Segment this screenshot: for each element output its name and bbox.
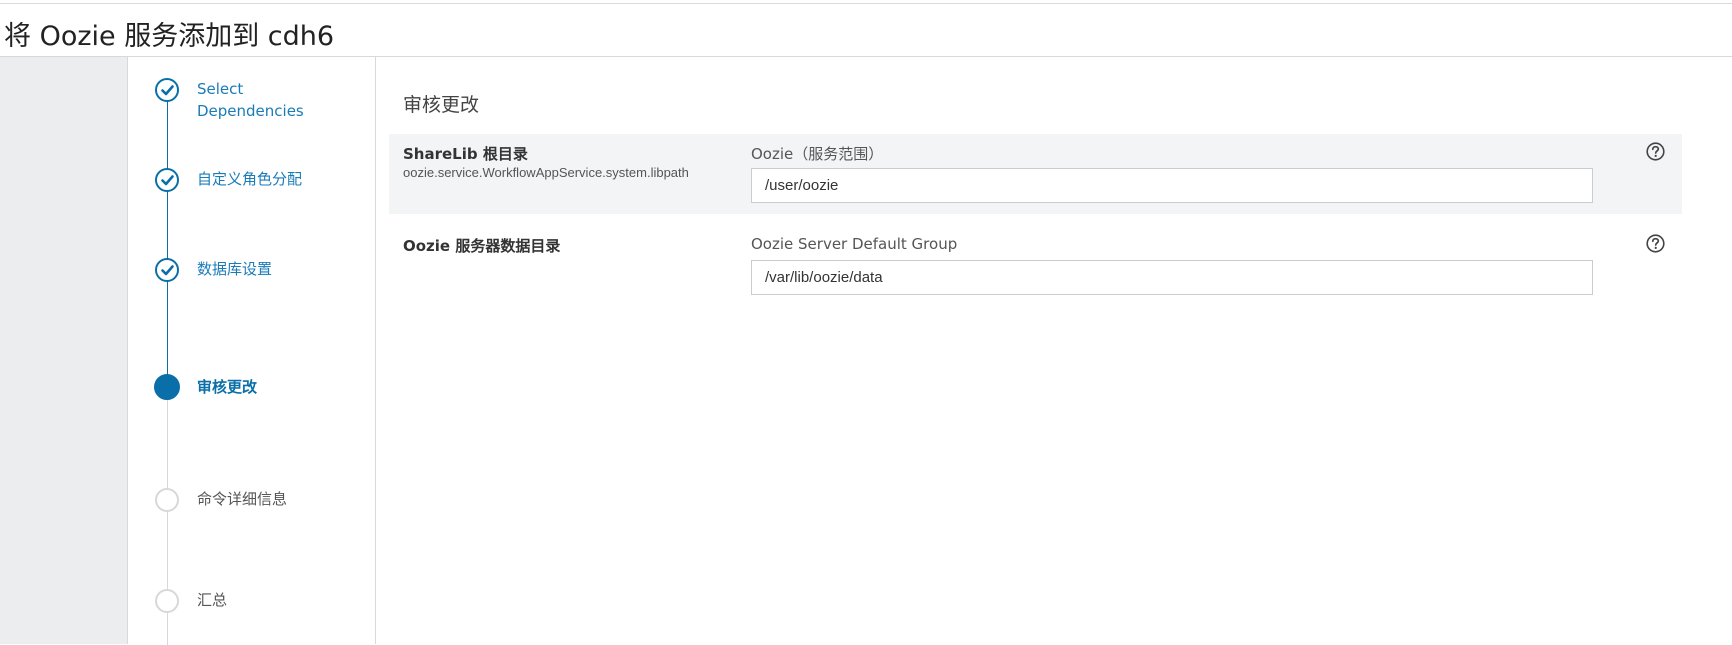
step-connector-done [167, 102, 168, 383]
question-circle-icon[interactable] [1646, 142, 1665, 161]
step-label[interactable]: Select Dependencies [197, 78, 304, 122]
property-scope: Oozie Server Default Group [751, 235, 958, 253]
wizard-stepper: Select Dependencies 自定义角色分配 数据库设置 审核更改 命… [128, 57, 376, 645]
empty-circle-icon [155, 589, 179, 613]
property-row-sharelib: ShareLib 根目录 oozie.service.WorkflowAppSe… [389, 134, 1682, 214]
step-label[interactable]: 自定义角色分配 [197, 168, 302, 190]
step-label: 汇总 [197, 591, 228, 609]
check-circle-icon [155, 78, 179, 102]
section-title: 审核更改 [403, 94, 480, 116]
property-name: ShareLib 根目录 [403, 145, 528, 163]
property-name: Oozie 服务器数据目录 [403, 237, 561, 255]
oozie-data-dir-input[interactable] [751, 260, 1593, 295]
question-circle-icon[interactable] [1646, 234, 1665, 253]
check-circle-icon [155, 258, 179, 282]
step-label: 审核更改 [197, 378, 258, 396]
main-content: 审核更改 ShareLib 根目录 oozie.service.Workflow… [376, 57, 1732, 644]
property-key: oozie.service.WorkflowAppService.system.… [403, 165, 689, 180]
left-gutter [0, 57, 128, 644]
step-label: 命令详细信息 [197, 490, 288, 508]
check-circle-icon [155, 168, 179, 192]
sharelib-path-input[interactable] [751, 168, 1593, 203]
step-label[interactable]: 数据库设置 [197, 258, 272, 280]
empty-circle-icon [155, 488, 179, 512]
property-row-data-dir: Oozie 服务器数据目录 Oozie Server Default Group [389, 225, 1682, 305]
property-scope: Oozie（服务范围） [751, 145, 884, 163]
step-label-line1: Select [197, 80, 244, 98]
step-label-line2: Dependencies [197, 102, 304, 120]
filled-circle-icon [154, 374, 180, 400]
page-title: 将 Oozie 服务添加到 cdh6 [4, 21, 335, 52]
page-header: 将 Oozie 服务添加到 cdh6 [0, 4, 1732, 57]
